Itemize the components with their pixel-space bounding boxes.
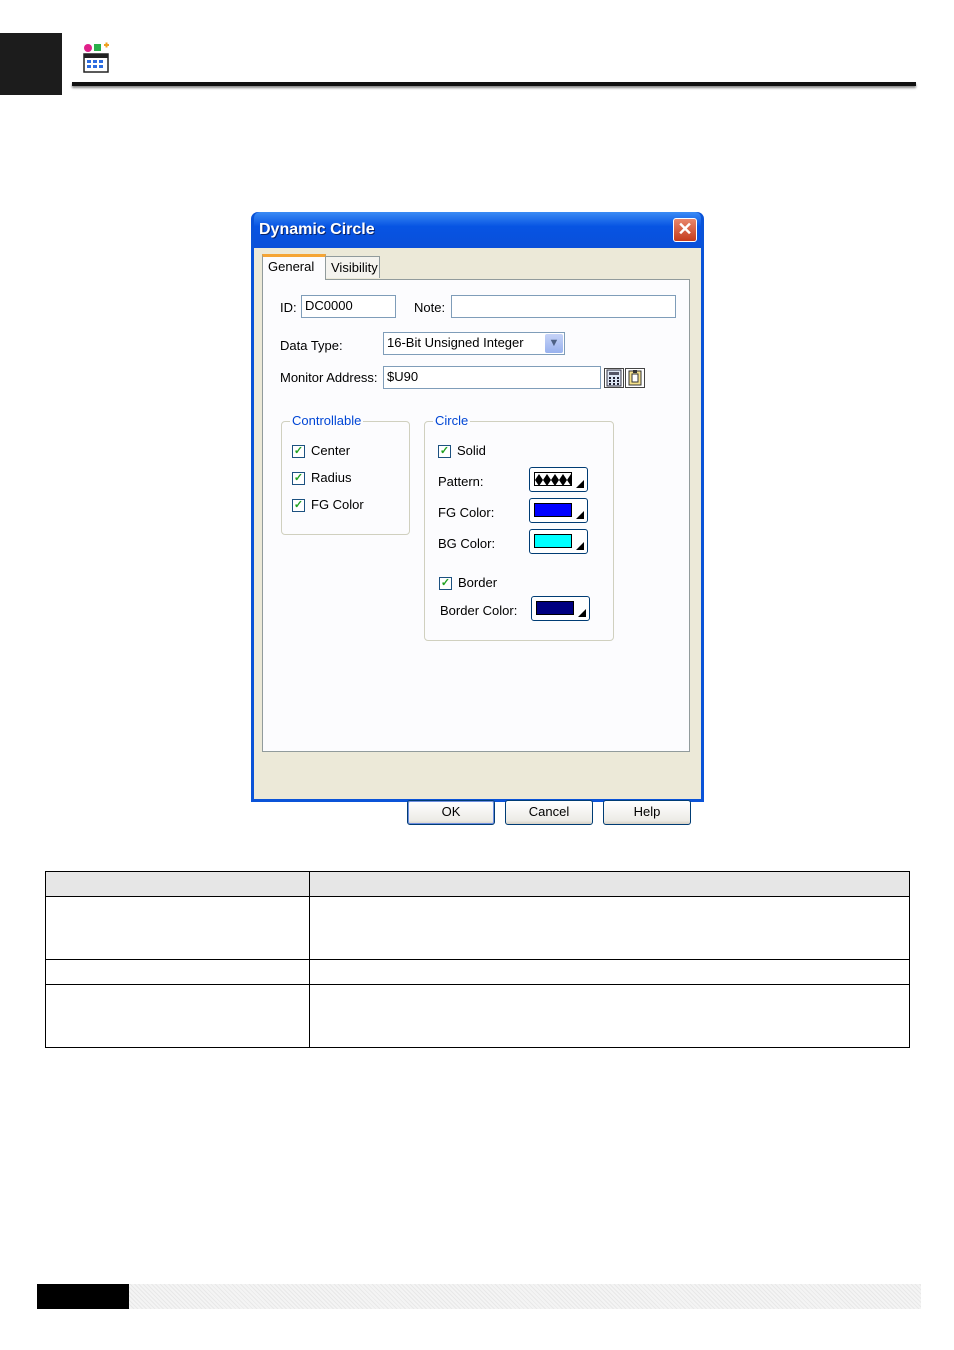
table-cell xyxy=(309,984,910,1048)
table-row xyxy=(45,959,910,985)
table-header-cell xyxy=(309,871,910,897)
controllable-group: Controllable ✓ Center ✓ Radius ✓ FG Colo… xyxy=(281,413,410,535)
border-checkbox[interactable]: ✓ xyxy=(439,577,452,590)
id-label: ID: xyxy=(280,300,297,315)
calculator-icon[interactable] xyxy=(604,368,624,388)
footer-bar xyxy=(129,1284,921,1309)
table-cell xyxy=(309,959,910,985)
close-button[interactable]: ✕ xyxy=(673,218,697,242)
center-checkbox[interactable]: ✓ xyxy=(292,445,305,458)
bg-color-picker[interactable] xyxy=(529,529,588,554)
solid-checkbox[interactable]: ✓ xyxy=(438,445,451,458)
monitor-address-field[interactable]: $U90 xyxy=(383,366,601,389)
properties-table xyxy=(45,871,910,1048)
tab-visibility[interactable]: Visibility xyxy=(325,256,380,278)
close-icon: ✕ xyxy=(677,219,693,239)
dropdown-triangle-icon xyxy=(576,542,584,550)
border-color-label: Border Color: xyxy=(440,603,518,618)
dropdown-triangle-icon xyxy=(578,609,586,617)
fg-color-controllable-checkbox[interactable]: ✓ xyxy=(292,499,305,512)
diamond-pattern-icon xyxy=(535,474,571,486)
fg-color-label: FG Color: xyxy=(438,505,495,520)
note-field[interactable] xyxy=(451,295,676,318)
dynamic-circle-dialog: Dynamic Circle ✕ General Visibility ID: … xyxy=(251,212,704,825)
id-field[interactable]: DC0000 xyxy=(301,295,396,318)
table-cell xyxy=(45,896,310,960)
tab-general[interactable]: General xyxy=(262,254,326,280)
dropdown-triangle-icon xyxy=(576,480,584,488)
table-row xyxy=(45,896,910,960)
note-label: Note: xyxy=(414,300,446,315)
general-panel: ID: DC0000 Note: Data Type: 16-Bit Unsig… xyxy=(262,279,690,752)
table-cell xyxy=(309,896,910,960)
radius-checkbox[interactable]: ✓ xyxy=(292,472,305,485)
radius-label: Radius xyxy=(311,470,352,485)
table-cell xyxy=(45,984,310,1048)
chapter-corner-block xyxy=(0,33,62,95)
solid-label: Solid xyxy=(457,443,486,458)
data-type-label: Data Type: xyxy=(280,338,343,353)
border-color-swatch xyxy=(536,601,574,615)
controllable-group-title: Controllable xyxy=(290,413,364,428)
header-rule xyxy=(72,82,916,86)
circle-group: Circle ✓ Solid Pattern: FG Color: BG Col… xyxy=(424,413,614,641)
dialog-title: Dynamic Circle xyxy=(259,221,375,238)
footer-page-block xyxy=(37,1284,129,1309)
table-header-row xyxy=(45,871,910,897)
dialog-client-area: General Visibility ID: DC0000 Note: Data… xyxy=(254,248,701,825)
bg-color-swatch xyxy=(534,534,572,548)
chevron-down-icon[interactable]: ▼ xyxy=(545,334,563,353)
dropdown-triangle-icon xyxy=(576,511,584,519)
center-label: Center xyxy=(311,443,351,458)
circle-group-title: Circle xyxy=(433,413,471,428)
screen-editor-icon xyxy=(80,42,114,74)
border-color-picker[interactable] xyxy=(531,596,590,621)
table-row xyxy=(45,984,910,1048)
cancel-button[interactable]: Cancel xyxy=(505,800,593,825)
table-header-cell xyxy=(45,871,310,897)
tab-visibility-label: Visibility xyxy=(331,260,378,275)
fg-color-picker[interactable] xyxy=(529,498,588,523)
tag-browser-icon[interactable] xyxy=(625,368,645,388)
help-button[interactable]: Help xyxy=(603,800,691,825)
border-label: Border xyxy=(458,575,498,590)
monitor-address-label: Monitor Address: xyxy=(280,370,378,385)
data-type-select[interactable]: 16-Bit Unsigned Integer ▼ xyxy=(383,332,565,355)
ok-button[interactable]: OK xyxy=(407,800,495,825)
pattern-label: Pattern: xyxy=(438,474,484,489)
tab-general-label: General xyxy=(268,259,315,274)
bg-color-label: BG Color: xyxy=(438,536,496,551)
title-bar[interactable]: Dynamic Circle ✕ xyxy=(254,212,701,248)
pattern-picker[interactable] xyxy=(529,467,588,492)
fg-color-swatch xyxy=(534,503,572,517)
pattern-swatch xyxy=(534,472,572,486)
fg-color-controllable-label: FG Color xyxy=(311,497,364,512)
data-type-value: 16-Bit Unsigned Integer xyxy=(387,335,524,350)
table-cell xyxy=(45,959,310,985)
